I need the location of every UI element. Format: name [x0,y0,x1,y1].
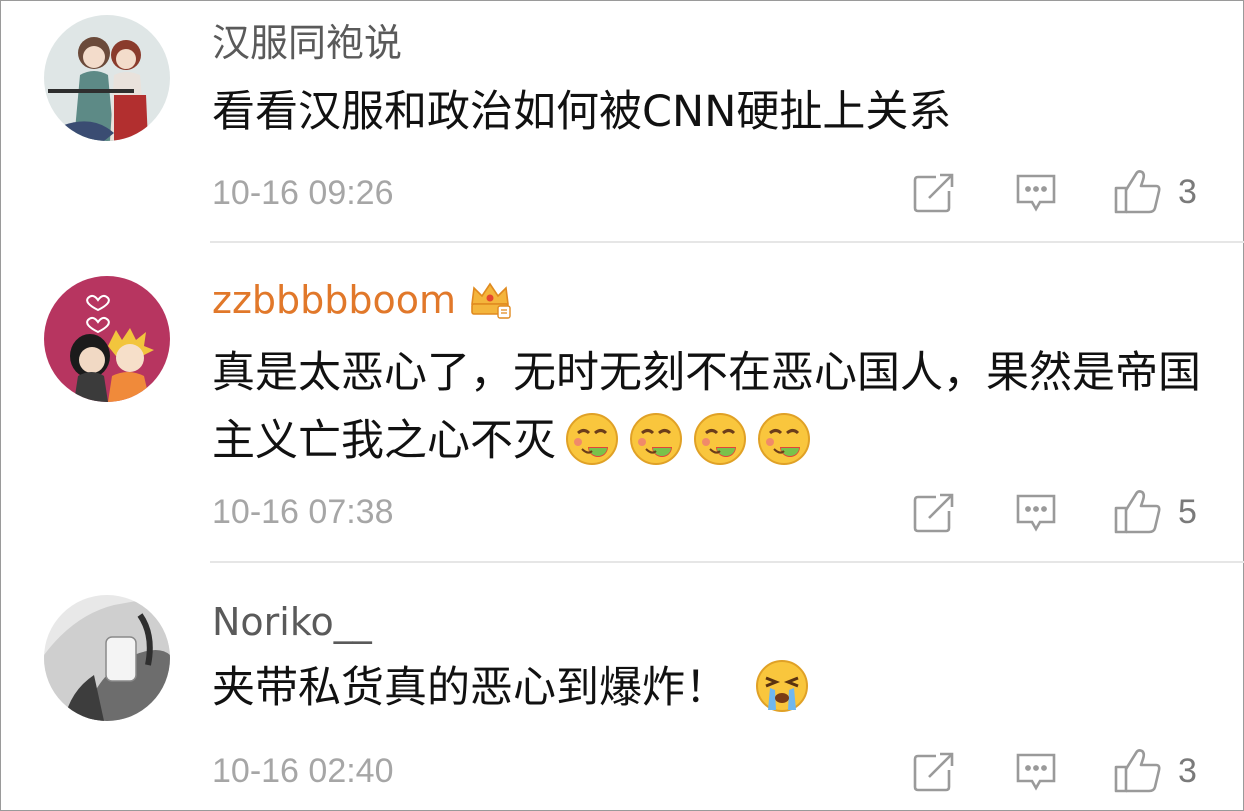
comment-text: 看看汉服和政治如何被CNN硬扯上关系 [212,87,952,137]
reply-icon[interactable] [1014,752,1058,792]
forward-icon[interactable] [912,752,956,792]
like-count: 3 [1178,752,1197,790]
comment-item: zzbbbbboom 真是太恶心了，无时无刻不在恶心国人，果然是帝国主义亡我之心… [0,243,1244,563]
reply-icon[interactable] [1014,493,1058,533]
username[interactable]: 汉服同袍说 [212,20,402,66]
avatar[interactable] [44,276,170,402]
timestamp: 10-16 02:40 [212,752,394,790]
username[interactable]: zzbbbbboom [212,277,512,323]
thumbs-up-icon[interactable] [1114,488,1162,534]
forward-icon[interactable] [912,493,956,533]
comment-text: 真是太恶心了，无时无刻不在恶心国人，果然是帝国主义亡我之心不灭 [212,339,1212,475]
comment-text: 夹带私货真的恶心到爆炸！ [212,654,1212,722]
username[interactable]: Noriko__ [212,599,372,645]
avatar[interactable] [44,595,170,721]
timestamp: 10-16 07:38 [212,493,394,531]
yummy-emoji [756,411,812,467]
reply-icon[interactable] [1014,173,1058,213]
thumbs-up-icon[interactable] [1114,747,1162,793]
timestamp: 10-16 09:26 [212,174,394,212]
forward-icon[interactable] [912,173,956,213]
avatar[interactable] [44,15,170,141]
yummy-emoji [692,411,748,467]
crown-badge-icon [468,278,512,320]
comment-item: 汉服同袍说 看看汉服和政治如何被CNN硬扯上关系 10-16 09:26 3 [0,0,1244,243]
like-count: 3 [1178,173,1197,211]
comment-item: Noriko__ 夹带私货真的恶心到爆炸！ 10-16 02:40 3 [0,563,1244,811]
yummy-emoji [628,411,684,467]
yummy-emoji [564,411,620,467]
comment-text-body: 夹带私货真的恶心到爆炸！ [212,663,728,713]
username-label: zzbbbbboom [212,278,457,322]
crying-emoji [754,658,810,714]
like-count: 5 [1178,493,1197,531]
thumbs-up-icon[interactable] [1114,168,1162,214]
